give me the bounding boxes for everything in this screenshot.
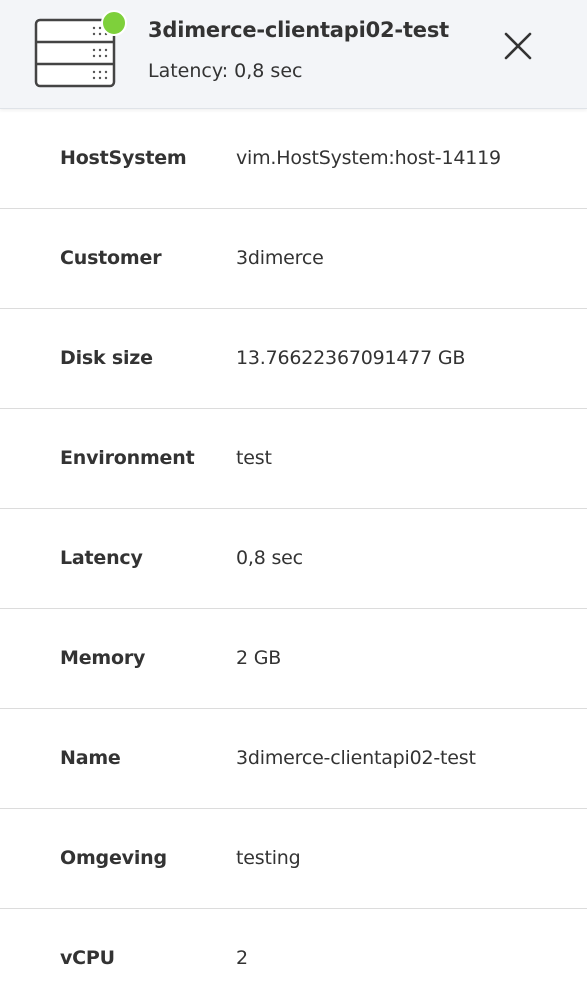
latency-value: 0,8 sec [234,60,303,82]
property-row-omgeving: Omgeving testing [0,809,587,909]
property-value: testing [236,847,301,869]
property-list: HostSystem vim.HostSystem:host-14119 Cus… [0,109,587,1000]
property-value: 3dimerce-clientapi02-test [236,747,476,769]
latency-label: Latency: [148,60,229,82]
property-row-environment: Environment test [0,409,587,509]
property-label: Disk size [60,347,153,369]
panel-header: 3dimerce-clientapi02-test Latency: 0,8 s… [0,0,587,109]
property-label: Customer [60,247,162,269]
vm-detail-panel: 3dimerce-clientapi02-test Latency: 0,8 s… [0,0,587,1000]
property-value: 2 [236,947,248,969]
property-label: Name [60,747,121,769]
property-label: Environment [60,447,195,469]
property-row-vcpu: vCPU 2 [0,909,587,1000]
close-icon[interactable] [496,24,540,68]
property-row-memory: Memory 2 GB [0,609,587,709]
property-label: Omgeving [60,847,167,869]
property-row-latency: Latency 0,8 sec [0,509,587,609]
close-button[interactable] [496,24,540,68]
vm-title: 3dimerce-clientapi02-test [148,18,449,42]
property-label: HostSystem [60,147,187,169]
property-row-disk-size: Disk size 13.76622367091477 GB [0,309,587,409]
property-value: 3dimerce [236,247,324,269]
property-value: 2 GB [236,647,282,669]
latency-summary: Latency: 0,8 sec [148,60,302,82]
property-row-customer: Customer 3dimerce [0,209,587,309]
property-value: 13.76622367091477 GB [236,347,466,369]
property-value: vim.HostSystem:host-14119 [236,147,501,169]
property-label: Memory [60,647,146,669]
property-label: Latency [60,547,143,569]
property-label: vCPU [60,947,115,969]
property-row-name: Name 3dimerce-clientapi02-test [0,709,587,809]
property-value: 0,8 sec [236,547,303,569]
status-indicator [101,10,127,36]
property-value: test [236,447,272,469]
property-row-hostsystem: HostSystem vim.HostSystem:host-14119 [0,109,587,209]
